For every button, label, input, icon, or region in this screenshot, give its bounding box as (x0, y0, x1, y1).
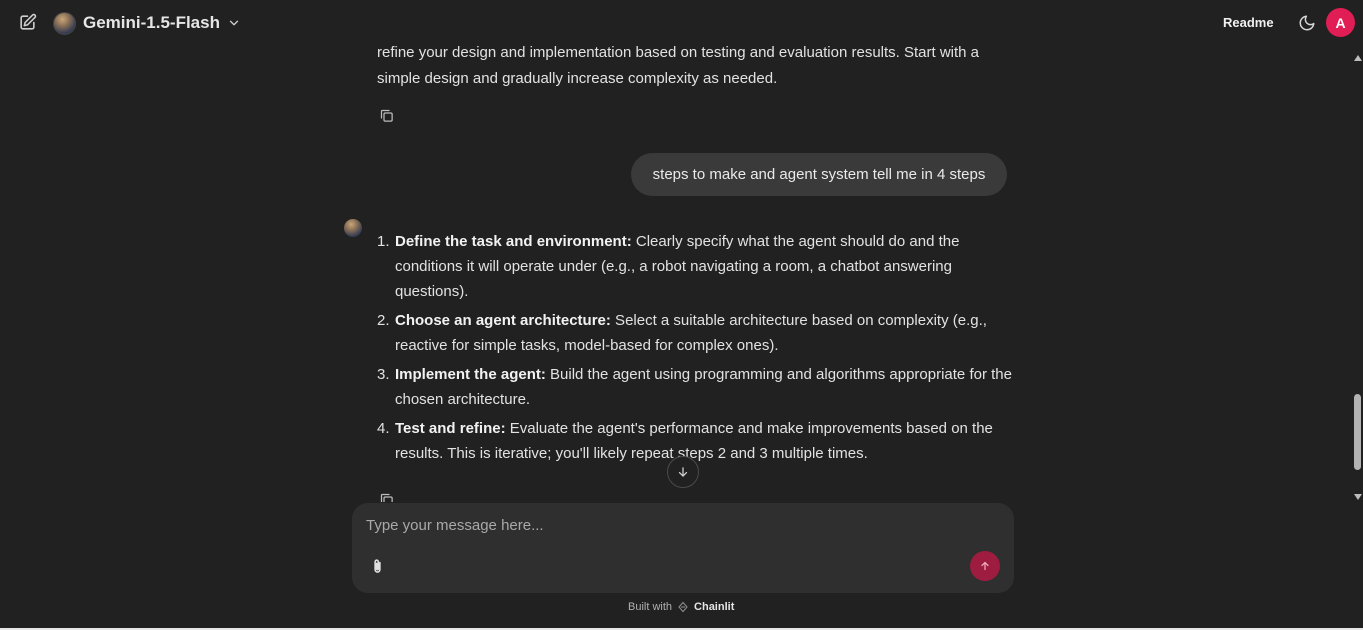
message-input[interactable] (366, 513, 966, 537)
arrow-down-icon (678, 467, 688, 477)
header: Gemini-1.5-Flash Readme A (0, 0, 1363, 46)
step-number: 1. (377, 233, 390, 250)
paperclip-icon (373, 558, 381, 573)
attach-file-button[interactable] (367, 556, 387, 576)
model-avatar (53, 11, 76, 35)
model-name: Gemini-1.5-Flash (83, 13, 220, 32)
step-number: 3. (377, 366, 390, 383)
message-composer (352, 503, 1014, 593)
step-title: Implement the agent: (395, 366, 546, 383)
user-message-text: steps to make and agent system tell me i… (652, 166, 986, 183)
scroll-down-arrow[interactable] (1354, 494, 1362, 500)
assistant-avatar (344, 219, 362, 237)
list-item: 4. Test and refine: Evaluate the agent's … (377, 416, 1017, 466)
list-item: 2. Choose an agent architecture: Select a… (377, 308, 1017, 358)
step-title: Define the task and environment: (395, 233, 632, 250)
chainlit-link[interactable]: Chainlit (694, 601, 734, 613)
scroll-to-bottom-button[interactable] (667, 456, 699, 488)
chat-area: refine your design and implementation ba… (0, 46, 1352, 502)
copy-icon (380, 109, 393, 122)
chainlit-logo-icon (678, 601, 688, 613)
model-selector[interactable]: Gemini-1.5-Flash (53, 10, 241, 36)
moon-icon (1299, 15, 1315, 31)
chevron-down-icon (227, 16, 241, 30)
copy-button[interactable] (379, 492, 395, 502)
scroll-up-arrow[interactable] (1354, 55, 1362, 61)
step-number: 4. (377, 420, 390, 437)
user-message-bubble: steps to make and agent system tell me i… (631, 153, 1007, 196)
send-button[interactable] (970, 551, 1000, 581)
readme-button[interactable]: Readme (1223, 15, 1274, 30)
step-number: 2. (377, 312, 390, 329)
step-title: Test and refine: (395, 420, 506, 437)
edit-icon (19, 13, 36, 30)
new-chat-button[interactable] (17, 12, 37, 32)
copy-button[interactable] (379, 108, 395, 124)
list-item: 1. Define the task and environment: Clear… (377, 229, 1017, 304)
steps-list: 1. Define the task and environment: Clear… (377, 229, 1017, 470)
scrollbar-thumb[interactable] (1354, 394, 1361, 470)
step-title: Choose an agent architecture: (395, 312, 611, 329)
user-avatar[interactable]: A (1326, 8, 1355, 37)
built-with-label: Built with (628, 601, 673, 613)
footer: Built with Chainlit (628, 600, 734, 614)
assistant-previous-message: refine your design and implementation ba… (377, 46, 980, 87)
scrollbar[interactable] (1352, 50, 1363, 502)
arrow-up-icon (981, 561, 989, 571)
list-item: 3. Implement the agent: Build the agent u… (377, 362, 1017, 412)
theme-toggle-button[interactable] (1297, 13, 1317, 33)
copy-icon (380, 493, 393, 502)
app: Gemini-1.5-Flash Readme A refine your de… (0, 0, 1363, 630)
